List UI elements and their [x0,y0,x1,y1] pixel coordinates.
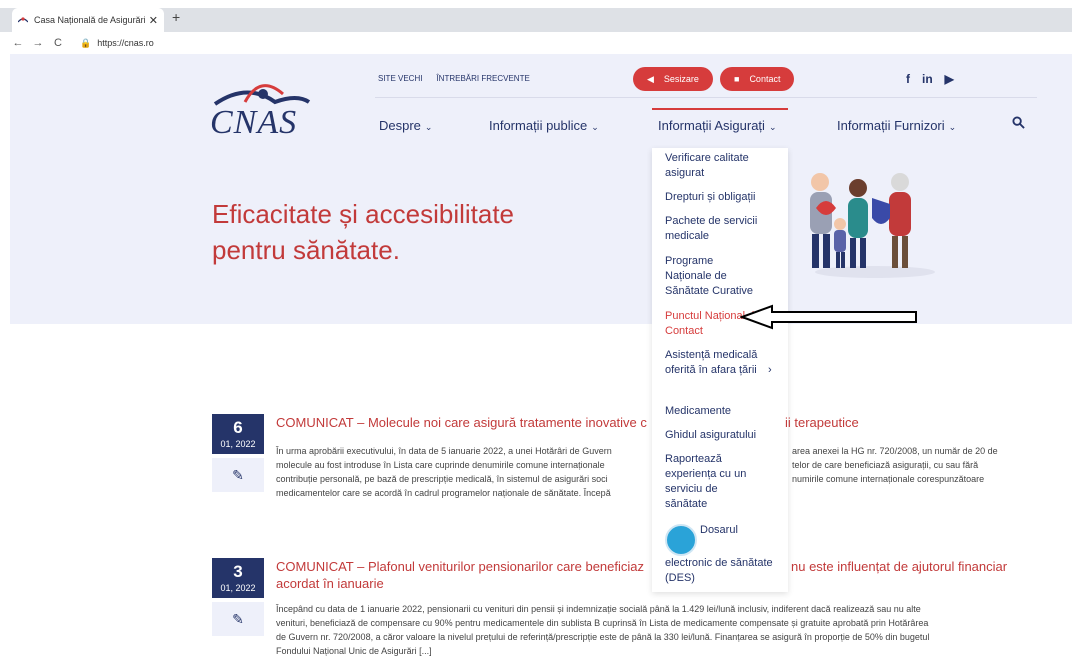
pen-icon: ✎ [212,458,264,492]
post-day: 6 [233,418,243,437]
logo-text[interactable]: CNAS [210,104,297,142]
post-title-text: COMUNICAT – Plafonul veniturilor pension… [276,559,645,574]
menu-item-verificare-calitate[interactable]: Verificare calitate asigurat [665,151,781,181]
sesizare-button[interactable]: ◀ Sesizare [633,67,713,91]
excerpt-line: contribuție personală, pe bază de prescr… [276,474,608,484]
nav-label: Informații Furnizori [837,118,945,133]
social-links: f in ▶ [906,72,954,86]
header-divider [375,97,1037,98]
excerpt-line: telor de care beneficiază asigurații, cu… [792,460,979,470]
tab-title: Casa Națională de Asigurări de S [34,15,145,25]
nav-label: Informații Asigurați [658,118,765,133]
post-date-box: 6 01, 2022 [212,414,264,454]
youtube-icon[interactable]: ▶ [945,72,954,86]
menu-item-pachete-servicii[interactable]: Pachete de servicii medicale [665,214,781,244]
post-title[interactable]: COMUNICAT – Molecule noi care asigură tr… [276,414,859,431]
site-vechi-link[interactable]: SITE VECHI [378,74,422,83]
post-title-line2: acordat în ianuarie [276,576,384,591]
excerpt-line: area anexei la HG nr. 720/2008, un număr… [792,446,998,456]
contact-button[interactable]: ■ Contact [720,67,795,91]
excerpt-line: În urma aprobării executivului, în data … [276,446,612,456]
annotation-arrow-icon [740,304,917,330]
top-links: SITE VECHI ÎNTREBĂRI FRECVENTE [378,74,530,83]
post-excerpt-right: area anexei la HG nr. 720/2008, un număr… [792,444,1028,486]
chevron-right-icon: › [768,364,772,376]
nav-informatii-asigurati[interactable]: Informații Asigurați ⌄ [658,118,776,133]
chevron-down-icon: ⌄ [768,122,777,132]
excerpt-line: molecule au fost introduse în Lista care… [276,460,605,470]
post-title-end: nu este influențat de ajutorul financiar [791,559,1008,574]
nav-label: Informații publice [489,118,588,133]
close-tab-icon[interactable]: ✕ [149,14,158,27]
pen-icon: ✎ [212,602,264,636]
favicon-icon [18,17,28,23]
back-button[interactable]: ← [10,37,26,49]
post-title-end: ii terapeutice [785,415,859,430]
nav-informatii-publice[interactable]: Informații publice ⌄ [489,118,599,133]
chevron-down-icon: ⌄ [948,122,957,132]
hero-line-2: pentru sănătate. [212,235,400,265]
contact-label: Contact [749,74,781,84]
des-icon [665,524,697,556]
reload-button[interactable]: C [50,37,66,49]
browser-tab[interactable]: Casa Națională de Asigurări de S ✕ [12,8,164,32]
post-excerpt-left: În urma aprobării executivului, în data … [276,444,636,500]
forward-button[interactable]: → [30,37,46,49]
linkedin-icon[interactable]: in [922,72,933,86]
menu-item-dosarul-electronic[interactable]: electronic de sănătate (DES) [665,556,781,586]
search-icon[interactable] [1012,116,1025,129]
menu-item-drepturi-obligatii[interactable]: Drepturi și obligații [665,190,781,205]
hero-line-1: Eficacitate și accesibilitate [212,199,515,229]
menu-item-medicamente[interactable]: Medicamente [665,404,781,419]
url-field[interactable]: https://cnas.ro [97,38,154,48]
menu-item-asistenta-medicala[interactable]: Asistență medicală oferită în afara țări… [665,348,761,378]
faq-link[interactable]: ÎNTREBĂRI FRECVENTE [436,74,529,83]
post-month: 01, 2022 [220,583,256,593]
chevron-down-icon: ⌄ [424,122,433,132]
excerpt-line: Fondului Național Unic de Asigurări [...… [276,646,432,656]
sesizare-label: Sesizare [663,74,699,84]
menu-item-raporteaza-experienta[interactable]: Raportează experiența cu un serviciu de … [665,452,761,512]
post-date-box: 3 01, 2022 [212,558,264,598]
post-month: 01, 2022 [220,439,256,449]
family-illustration [810,173,935,278]
menu-item-ghidul-asiguratului[interactable]: Ghidul asiguratului [665,428,781,443]
megaphone-icon: ◀ [647,73,654,84]
browser-tab-bar: Casa Națională de Asigurări de S ✕ + [0,0,1072,32]
excerpt-line: venituri, beneficiază de compensare cu 9… [276,618,929,628]
lock-icon: 🔒 [80,37,92,48]
post-day: 3 [233,562,243,581]
address-bar: ← → C 🔒 https://cnas.ro [0,32,1072,54]
excerpt-line: de Guvern nr. 720/2008, a căror valoare … [276,632,930,642]
new-tab-button[interactable]: + [172,9,180,25]
envelope-icon: ■ [734,74,740,84]
nav-informatii-furnizori[interactable]: Informații Furnizori ⌄ [837,118,956,133]
excerpt-line: Începând cu data de 1 ianuarie 2022, pen… [276,604,921,614]
excerpt-line: medicamentelor care se acordă în cadrul … [276,488,611,498]
chevron-down-icon: ⌄ [591,122,599,132]
facebook-icon[interactable]: f [906,72,910,86]
informatii-asigurati-dropdown: Verificare calitate asigurat Drepturi și… [652,148,788,592]
post-title[interactable]: COMUNICAT – Plafonul veniturilor pension… [276,558,1007,592]
nav-label: Despre [379,118,421,133]
nav-despre[interactable]: Despre ⌄ [379,118,432,133]
hero-title: Eficacitate și accesibilitate pentru săn… [212,196,514,268]
menu-item-dosarul[interactable]: Dosarul [700,523,770,538]
menu-item-programe-nationale[interactable]: Programe Naționale de Sănătate Curative [665,254,761,299]
excerpt-line: numirile comune internaționale corespunz… [792,474,985,484]
post-title-text: COMUNICAT – Molecule noi care asigură tr… [276,415,647,430]
post-excerpt: Începând cu data de 1 ianuarie 2022, pen… [276,602,1036,658]
